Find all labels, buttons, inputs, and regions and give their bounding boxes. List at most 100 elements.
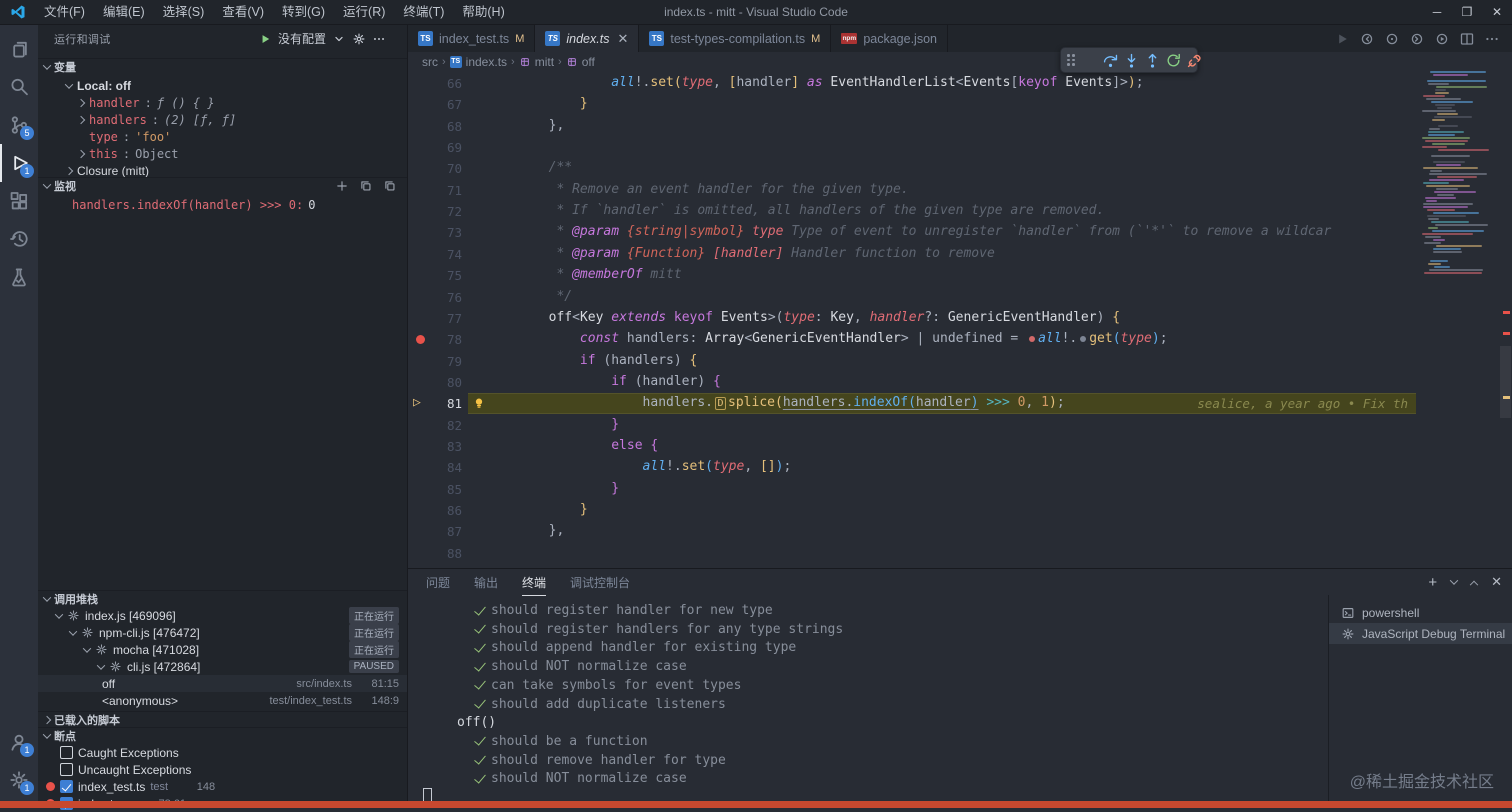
close-icon[interactable]: ✕ xyxy=(1482,0,1512,25)
line-number[interactable]: 66 xyxy=(422,76,462,91)
tab-index_test.ts[interactable]: TSindex_test.tsM xyxy=(408,25,535,52)
line-number[interactable]: 68 xyxy=(422,119,462,134)
line-number[interactable]: 73 xyxy=(422,225,462,240)
activity-item-explorer[interactable] xyxy=(0,30,38,68)
variable-row[interactable]: handlers:(2) [ƒ, ƒ] xyxy=(38,111,407,128)
activity-item-history[interactable] xyxy=(0,220,38,258)
menu-item-5[interactable]: 运行(R) xyxy=(334,0,394,25)
menu-item-4[interactable]: 转到(G) xyxy=(273,0,334,25)
terminal-output[interactable]: should register handler for new typeshou… xyxy=(408,595,1328,801)
terminal-list-item-JavaScript Debug Terminal[interactable]: JavaScript Debug Terminal xyxy=(1329,623,1512,644)
run-icon[interactable] xyxy=(1334,31,1350,47)
scope-row[interactable]: Local: off xyxy=(38,77,407,94)
line-number[interactable]: 87 xyxy=(422,524,462,539)
close-panel-icon[interactable]: ✕ xyxy=(1491,574,1502,590)
line-number[interactable]: 75 xyxy=(422,268,462,283)
terminal-dropdown-icon[interactable] xyxy=(1450,576,1458,584)
activity-item-search[interactable] xyxy=(0,68,38,106)
call-stack-session[interactable]: mocha [471028]正在运行 xyxy=(38,641,407,658)
line-number[interactable]: 86 xyxy=(422,503,462,518)
lightbulb-icon[interactable] xyxy=(472,396,486,410)
exception-breakpoint-row[interactable]: Uncaught Exceptions xyxy=(38,761,407,778)
breadcrumb-item-mitt[interactable]: mitt xyxy=(519,55,554,69)
terminal-list-item-powershell[interactable]: powershell xyxy=(1329,602,1512,623)
call-stack-session[interactable]: npm-cli.js [476472]正在运行 xyxy=(38,624,407,641)
debug-config-picker[interactable]: 没有配置 xyxy=(258,30,386,47)
tab-test-types-compilation.ts[interactable]: TStest-types-compilation.tsM xyxy=(639,25,831,52)
line-number[interactable]: 67 xyxy=(422,97,462,112)
tab-index.ts[interactable]: TSindex.ts✕ xyxy=(535,25,639,52)
breadcrumb-item-src[interactable]: src xyxy=(422,55,438,69)
section-watch[interactable]: 监视 xyxy=(38,177,407,194)
continue-button[interactable]: undefined xyxy=(1081,52,1098,69)
minimize-icon[interactable]: ─ xyxy=(1422,0,1452,25)
code-editor[interactable]: 66 all!.set(type, [handler] as EventHand… xyxy=(408,71,1512,568)
activity-item-source-control[interactable]: 5 xyxy=(0,106,38,144)
line-number[interactable]: 85 xyxy=(422,482,462,497)
line-number[interactable]: 71 xyxy=(422,183,462,198)
watch-row[interactable]: handlers.indexOf(handler) >>> 0: 0 xyxy=(38,196,407,213)
activity-item-accounts[interactable]: 1 xyxy=(0,723,38,761)
exception-breakpoint-row[interactable]: Caught Exceptions xyxy=(38,744,407,761)
activity-item-extensions[interactable] xyxy=(0,182,38,220)
line-number[interactable]: 78 xyxy=(422,332,462,347)
tab-package.json[interactable]: npmpackage.json xyxy=(831,25,948,52)
variable-row[interactable]: handler:ƒ () { } xyxy=(38,94,407,111)
navigate-forward-icon[interactable] xyxy=(1409,31,1425,47)
editor-scrollbar[interactable] xyxy=(1499,71,1512,568)
line-number[interactable]: 84 xyxy=(422,460,462,475)
breadcrumb-item-off[interactable]: off xyxy=(566,55,595,69)
toolbar-grip[interactable] xyxy=(1067,54,1075,66)
call-stack-session[interactable]: index.js [469096]正在运行 xyxy=(38,607,407,624)
panel-tab-问题[interactable]: 问题 xyxy=(426,574,450,591)
menu-item-0[interactable]: 文件(F) xyxy=(35,0,94,25)
run-circle-icon[interactable] xyxy=(1434,31,1450,47)
navigate-back-icon[interactable] xyxy=(1359,31,1375,47)
activity-item-run-and-debug[interactable]: 1 xyxy=(0,144,38,182)
panel-tab-调试控制台[interactable]: 调试控制台 xyxy=(570,574,630,591)
activity-item-settings[interactable]: 1 xyxy=(0,761,38,799)
menu-item-1[interactable]: 编辑(E) xyxy=(94,0,154,25)
menu-item-3[interactable]: 查看(V) xyxy=(213,0,273,25)
breadcrumb[interactable]: src›TSindex.ts›mitt›off xyxy=(408,52,1512,71)
section-call-stack[interactable]: 调用堆栈 xyxy=(38,590,407,607)
line-number[interactable]: 88 xyxy=(422,546,462,561)
activity-item-testing[interactable] xyxy=(0,258,38,296)
close-tab-icon[interactable]: ✕ xyxy=(617,31,628,47)
restart-button[interactable] xyxy=(1165,52,1182,69)
scroll-slider[interactable] xyxy=(1500,346,1511,418)
line-number[interactable]: 72 xyxy=(422,204,462,219)
line-number[interactable]: 79 xyxy=(422,354,462,369)
record-icon[interactable] xyxy=(1384,31,1400,47)
menu-item-7[interactable]: 帮助(H) xyxy=(453,0,513,25)
line-number[interactable]: 77 xyxy=(422,311,462,326)
line-number[interactable]: 81 xyxy=(422,396,462,411)
variable-row[interactable]: type:'foo' xyxy=(38,128,407,145)
menu-item-2[interactable]: 选择(S) xyxy=(154,0,214,25)
call-stack-session[interactable]: cli.js [472864]PAUSED xyxy=(38,658,407,675)
section-loaded-scripts[interactable]: 已载入的脚本 xyxy=(38,711,407,728)
disconnect-button[interactable] xyxy=(1186,52,1203,69)
section-breakpoints[interactable]: 断点 xyxy=(38,727,407,744)
line-number[interactable]: 82 xyxy=(422,418,462,433)
restore-icon[interactable]: ❐ xyxy=(1452,0,1482,25)
step-out-button[interactable] xyxy=(1144,52,1161,69)
more-actions-icon[interactable] xyxy=(1484,31,1500,47)
new-terminal-icon[interactable]: + xyxy=(1428,574,1437,591)
section-variables[interactable]: 变量 xyxy=(38,58,407,75)
minimap[interactable] xyxy=(1420,71,1498,286)
stack-frame[interactable]: offsrc/index.ts81:15 xyxy=(38,675,407,692)
line-number[interactable]: 69 xyxy=(422,140,462,155)
line-number[interactable]: 74 xyxy=(422,247,462,262)
panel-tab-输出[interactable]: 输出 xyxy=(474,574,498,591)
step-over-button[interactable] xyxy=(1102,52,1119,69)
checkbox-checked[interactable] xyxy=(60,780,73,793)
line-number[interactable]: 83 xyxy=(422,439,462,454)
menu-item-6[interactable]: 终端(T) xyxy=(394,0,453,25)
checkbox-unchecked[interactable] xyxy=(60,763,73,776)
maximize-panel-icon[interactable] xyxy=(1470,581,1478,589)
panel-tab-终端[interactable]: 终端 xyxy=(522,574,546,596)
variable-row[interactable]: this:Object xyxy=(38,145,407,162)
line-number[interactable]: 70 xyxy=(422,161,462,176)
debug-config-label[interactable]: 没有配置 xyxy=(278,30,326,47)
